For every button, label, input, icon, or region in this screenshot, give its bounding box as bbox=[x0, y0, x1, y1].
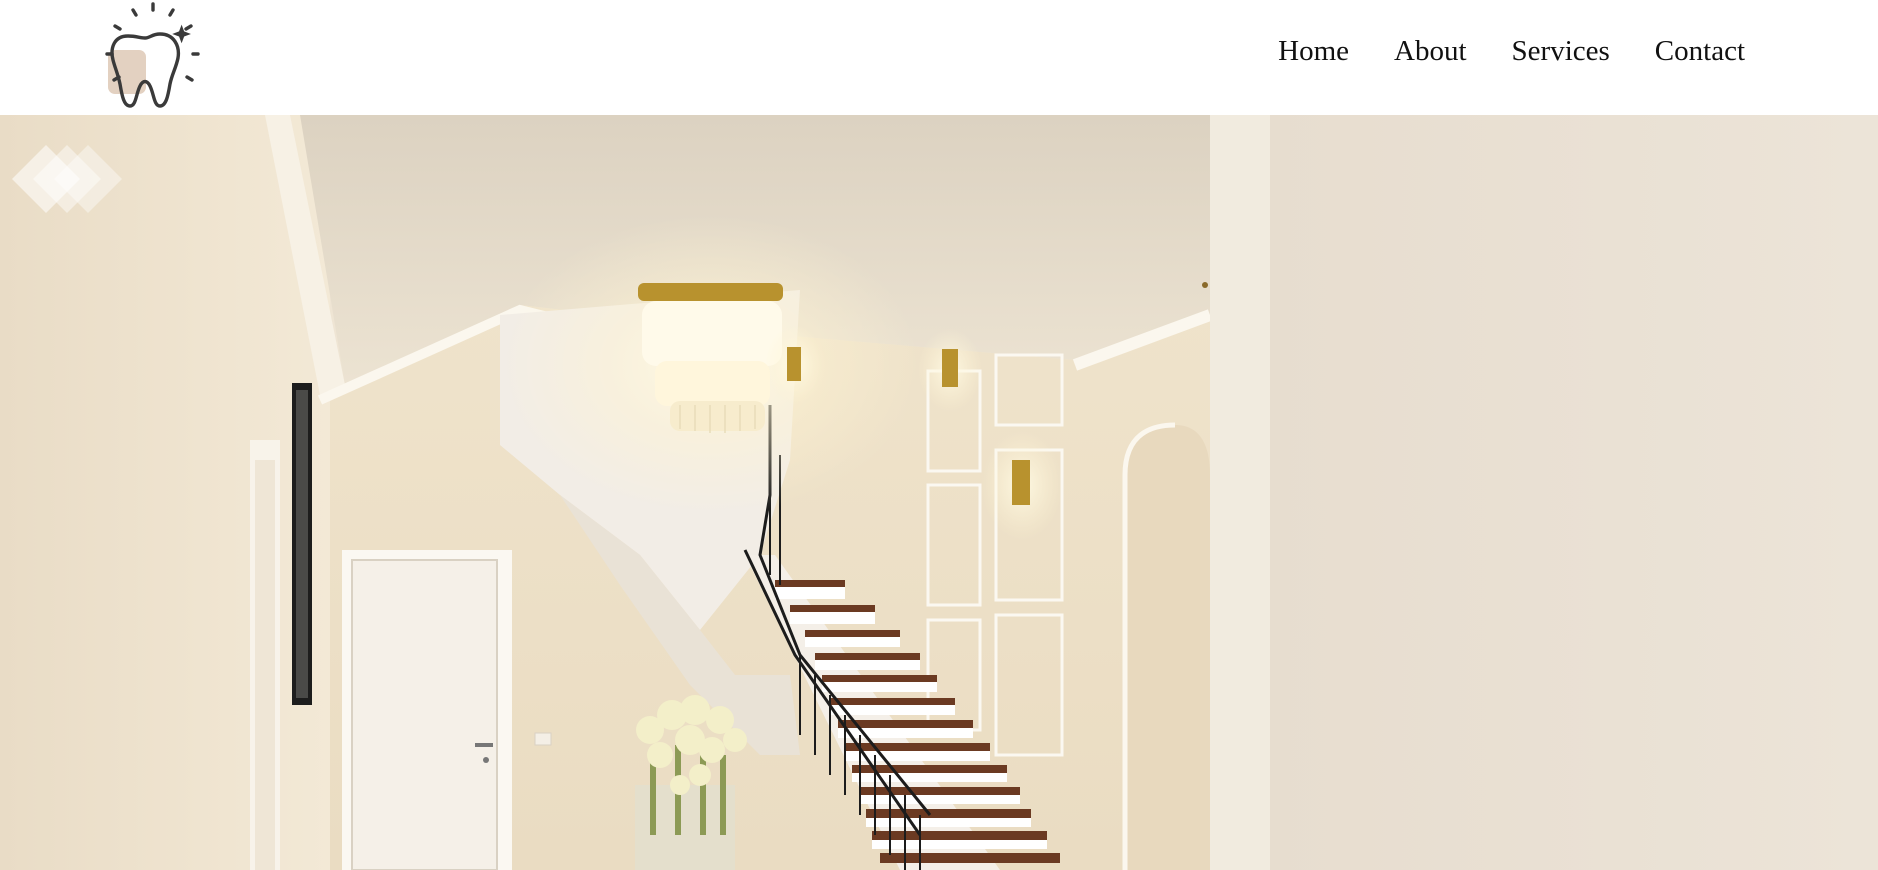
hero-video[interactable] bbox=[0, 115, 1878, 870]
diamond-layers-icon bbox=[12, 145, 122, 213]
tooth-sparkle-icon[interactable] bbox=[100, 0, 205, 112]
nav-home-link[interactable]: Home bbox=[1278, 34, 1349, 69]
site-header: Home About Services Contact bbox=[0, 0, 1878, 115]
main-nav: Home About Services Contact bbox=[1278, 34, 1745, 69]
nav-contact-link[interactable]: Contact bbox=[1655, 34, 1745, 69]
interior-staircase-image bbox=[0, 115, 1878, 870]
nav-about-link[interactable]: About bbox=[1394, 34, 1467, 69]
nav-services-link[interactable]: Services bbox=[1512, 34, 1610, 69]
